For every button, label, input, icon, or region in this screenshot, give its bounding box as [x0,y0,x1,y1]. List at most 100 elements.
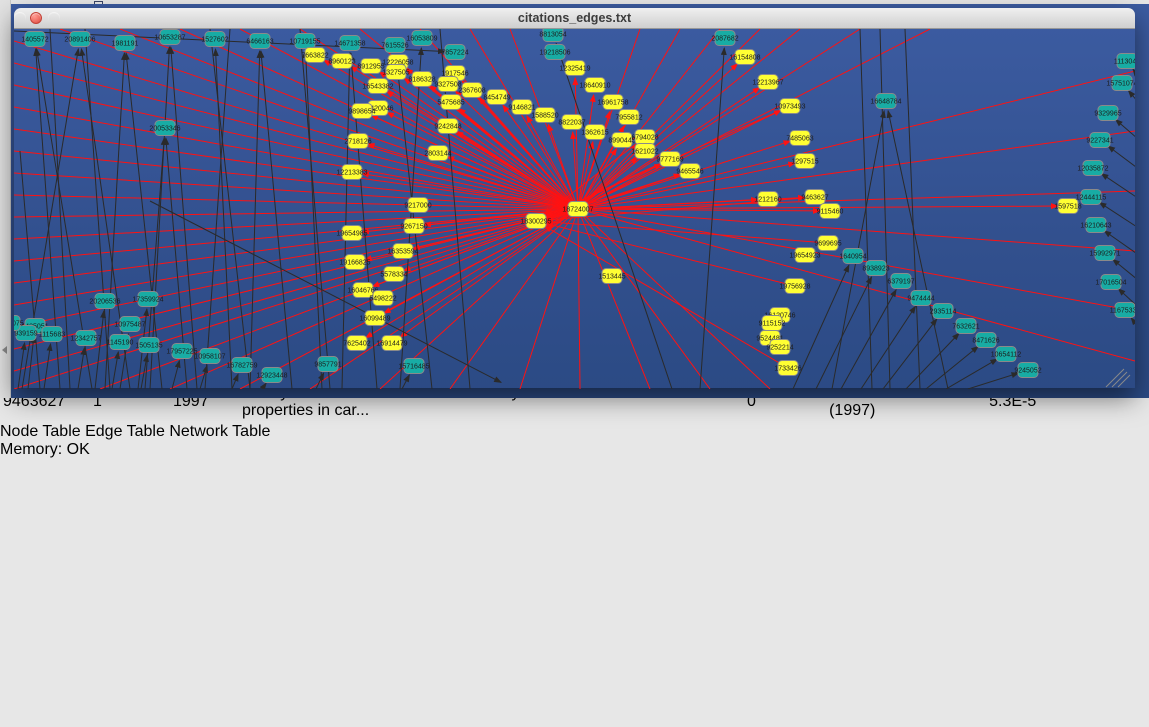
graph-node[interactable]: 7485063 [786,131,813,146]
graph-node[interactable]: 8471626 [972,333,999,348]
graph-node[interactable]: 12342757 [70,331,101,346]
graph-node[interactable]: 9857791 [314,357,341,372]
close-traffic-light-icon[interactable] [30,12,42,24]
graph-node[interactable]: 2367608 [458,83,485,98]
svg-text:1588520: 1588520 [531,113,558,120]
graph-node[interactable]: 10719155 [289,34,320,49]
graph-node[interactable]: 8454749 [483,90,510,105]
graph-node[interactable]: 9252214 [766,340,793,355]
graph-node[interactable]: 20206536 [89,294,120,309]
graph-node[interactable]: 16210643 [1080,218,1111,233]
zoom-traffic-light-icon[interactable] [14,12,26,24]
graph-node[interactable]: 12213967 [752,75,783,90]
graph-node[interactable]: 8960123 [328,54,355,69]
graph-node[interactable]: 16961758 [597,95,628,110]
graph-node[interactable]: 6379197 [887,274,914,289]
network-window-titlebar[interactable]: citations_edges.txt [14,8,1135,29]
graph-node[interactable]: 1145190 [107,335,134,350]
graph-node[interactable]: 12325419 [559,61,590,76]
graph-node[interactable]: 9242848 [434,119,461,134]
graph-node[interactable]: 7632621 [952,319,979,334]
graph-node[interactable]: 1212160 [754,192,781,207]
graph-node[interactable]: 8822037 [558,115,585,130]
graph-node[interactable]: 2803144 [424,146,451,161]
graph-node[interactable]: 16543382 [362,79,393,94]
graph-node[interactable]: 1113044 [1114,54,1135,69]
graph-node[interactable]: 1115683 [39,327,65,342]
graph-node[interactable]: 10653287 [154,30,185,45]
graph-node[interactable]: 9227341 [1086,133,1113,148]
graph-node[interactable]: 2935114 [930,304,957,319]
graph-node[interactable]: 9465546 [676,164,703,179]
graph-node[interactable]: 9115460 [817,204,844,219]
graph-node[interactable]: 11675338 [1110,303,1135,318]
graph-node[interactable]: 5475685 [437,95,464,110]
graph-node[interactable]: 1297515 [791,154,818,169]
graph-node[interactable]: 14671358 [334,36,365,51]
graph-node[interactable]: 9115152 [759,316,786,331]
graph-node[interactable]: 1513445 [598,269,625,284]
graph-node[interactable]: 12213383 [336,165,367,180]
graph-node[interactable]: 9267150 [400,219,427,234]
graph-node[interactable]: 12923448 [256,368,287,383]
graph-node[interactable]: 16648784 [870,94,901,109]
graph-node[interactable]: 9329965 [1094,106,1121,121]
resize-grip-icon[interactable] [1106,369,1130,387]
graph-node[interactable]: 15716485 [398,359,429,374]
graph-node[interactable]: 6466163 [246,34,273,49]
graph-node[interactable]: 1405572 [21,32,48,47]
tab-node-table[interactable]: Node Table [0,423,81,440]
graph-node[interactable]: 1640954 [839,249,866,264]
graph-node[interactable]: 20053346 [149,121,180,136]
graph-node[interactable]: 9463627 [801,190,828,205]
graph-node[interactable]: 7955812 [615,110,642,125]
graph-node[interactable]: 5498222 [369,291,396,306]
graph-node[interactable]: 17359924 [132,292,163,307]
network-canvas[interactable]: 1405572208914061981191106532871527602646… [14,29,1135,389]
graph-node[interactable]: 9777169 [656,152,683,167]
tab-edge-table[interactable]: Edge Table [85,423,165,440]
graph-node[interactable]: 5578334 [380,267,407,282]
graph-node[interactable]: 1362615 [581,125,608,140]
graph-node[interactable]: 19654985 [336,226,367,241]
graph-node[interactable]: 7615526 [381,38,408,53]
graph-node[interactable]: 8912955 [357,59,384,74]
minimize-traffic-light-icon[interactable] [48,12,60,24]
graph-node[interactable]: 2718126 [344,134,371,149]
graph-node[interactable]: 7663822 [301,48,328,63]
graph-node[interactable]: 1981191 [112,36,139,51]
graph-node[interactable]: 8813054 [539,29,566,42]
graph-node[interactable]: 8186328 [408,72,435,87]
graph-node[interactable]: 10958107 [194,349,225,364]
graph-node[interactable]: 17016504 [1095,275,1126,290]
graph-node[interactable]: 9245052 [1014,363,1041,378]
graph-node[interactable]: 19756928 [779,279,810,294]
graph-node[interactable]: 17957225 [166,344,197,359]
graph-node[interactable]: 10975487 [114,317,145,332]
graph-node[interactable]: 1588520 [531,108,558,123]
svg-text:9898654: 9898654 [348,109,375,116]
graph-node[interactable]: 15751074 [1106,76,1135,91]
graph-node[interactable]: 9217000 [404,198,431,213]
graph-node[interactable]: 9474444 [907,291,934,306]
graph-node[interactable]: 9699695 [814,236,841,251]
graph-node[interactable]: 19218506 [539,45,570,60]
graph-node[interactable]: 19654923 [789,248,820,263]
graph-node[interactable]: 8938923 [862,261,889,276]
graph-node[interactable]: 7625402 [343,336,370,351]
graph-node[interactable]: 2087682 [711,31,738,46]
graph-node[interactable]: 10654112 [991,347,1022,362]
graph-node[interactable]: 1327505 [382,65,409,80]
graph-node[interactable]: 1505135 [135,338,162,353]
splitter-collapse-icon[interactable] [2,346,7,354]
graph-node[interactable]: 9898654 [348,104,375,119]
graph-node[interactable]: 1621022 [631,144,658,159]
graph-node[interactable]: 12035872 [1077,161,1108,176]
graph-node[interactable]: 18640910 [579,78,610,93]
graph-node[interactable]: 1527602 [201,32,228,47]
graph-node[interactable]: 1733426 [774,361,801,376]
graph-node[interactable]: 16154808 [729,50,760,65]
graph-node[interactable]: 7857224 [441,45,468,60]
graph-node[interactable]: 6794028 [631,130,658,145]
tab-network-table[interactable]: Network Table [169,423,270,440]
